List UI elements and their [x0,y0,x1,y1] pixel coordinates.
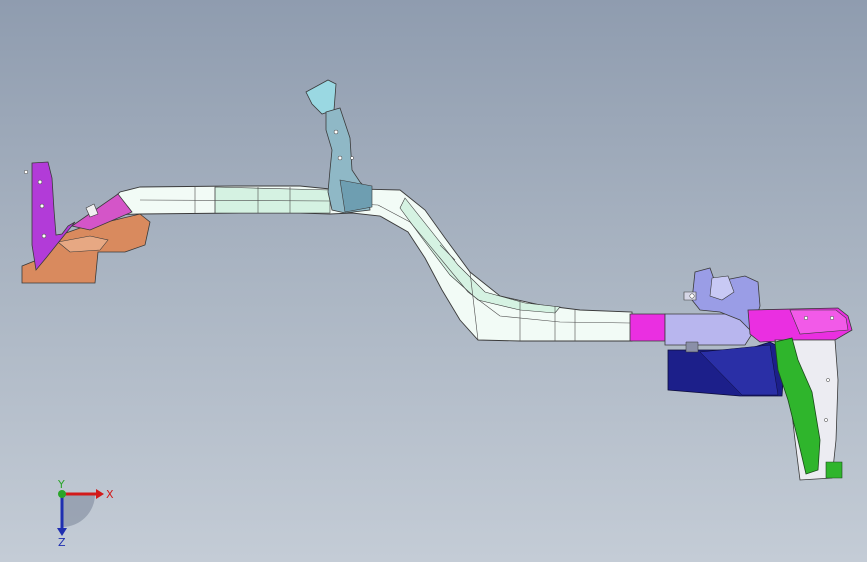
frame-rail-model[interactable] [0,0,867,562]
mid-bracket-top-cap[interactable] [305,79,337,115]
main-rail-upper-flank [214,186,331,214]
triad-y-label: Y [57,478,65,491]
cad-viewport[interactable]: X Y Z [0,0,867,562]
triad-z-label: Z [58,536,66,548]
front-bracket-assembly[interactable] [21,161,151,284]
rear-stud [685,341,699,353]
triad-x-label: X [106,488,114,501]
triad-shadow [62,494,95,527]
triad-y-axis-dot [58,490,66,498]
rear-crossmember-face [789,309,849,335]
triad-x-arrow [96,489,104,499]
rear-assembly[interactable] [629,267,853,481]
mid-bracket-flange [339,179,373,213]
rear-pink-segment[interactable] [629,313,666,342]
rear-green-foot [825,461,843,479]
orientation-triad[interactable]: X Y Z [40,478,120,549]
triad-z-arrow [57,528,67,536]
